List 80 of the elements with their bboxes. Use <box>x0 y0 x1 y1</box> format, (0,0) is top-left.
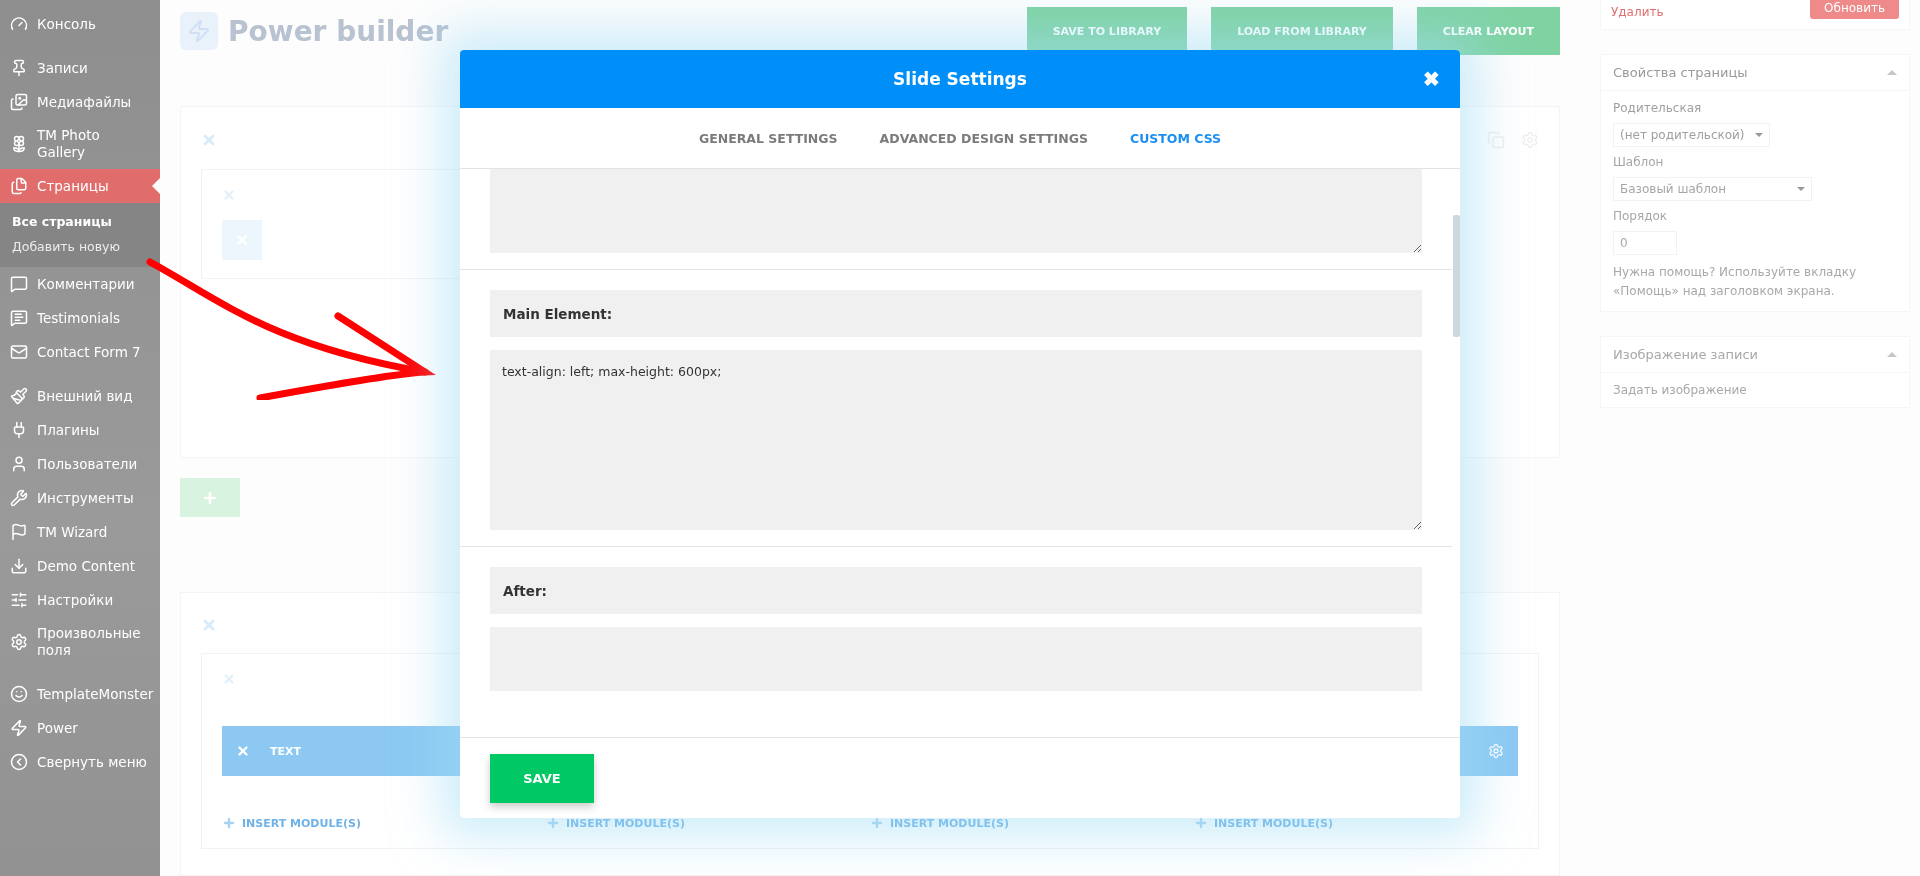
wrench-icon <box>10 489 28 507</box>
flag-icon <box>10 523 28 541</box>
parent-select[interactable]: (нет родительской) <box>1613 123 1770 147</box>
template-select[interactable]: Базовый шаблон <box>1613 177 1812 201</box>
copy-icon[interactable] <box>1487 131 1505 150</box>
save-button[interactable]: SAVE <box>490 753 594 803</box>
sidebar-item[interactable]: Инструменты <box>0 481 160 515</box>
add-row-button[interactable] <box>180 478 240 518</box>
css-input-field[interactable] <box>490 169 1422 253</box>
sidebar-item[interactable]: TM Wizard <box>0 515 160 549</box>
comment-icon <box>10 275 28 293</box>
close-icon[interactable] <box>222 672 236 687</box>
sidebar-item[interactable]: Power <box>0 711 160 745</box>
box-title: Изображение записи <box>1613 347 1759 362</box>
sidebar-item[interactable]: Плагины <box>0 413 160 447</box>
plus-icon <box>202 489 218 506</box>
delete-link[interactable]: Удалить <box>1611 5 1664 19</box>
set-image-link[interactable]: Задать изображение <box>1613 383 1897 397</box>
sliders-icon <box>10 591 28 609</box>
close-button[interactable]: ✖ <box>1423 67 1440 91</box>
bolt-icon <box>10 719 28 737</box>
sidebar-item[interactable]: Записи <box>0 51 160 85</box>
brush-icon <box>10 387 28 405</box>
sidebar-item[interactable]: Медиафайлы <box>0 85 160 119</box>
settings-tab[interactable]: ADVANCED DESIGN SETTINGS <box>879 126 1088 150</box>
mascot-icon <box>10 685 28 703</box>
module-label: TEXT <box>270 744 301 758</box>
settings-tab[interactable]: CUSTOM CSS <box>1129 126 1222 150</box>
builder-title-text: Power builder <box>228 14 449 48</box>
sidebar-item[interactable]: Консоль <box>0 7 160 41</box>
close-icon[interactable] <box>236 744 250 759</box>
insert-module-link[interactable]: INSERT MODULE(S) <box>870 816 1194 831</box>
sidebar-item[interactable]: Contact Form 7 <box>0 335 160 369</box>
section-label: After: <box>490 567 1422 614</box>
plus-icon <box>1194 816 1208 831</box>
sidebar-item[interactable]: Свернуть меню <box>0 745 160 779</box>
download-icon <box>10 557 28 575</box>
builder-button[interactable]: CLEAR LAYOUT <box>1416 7 1560 56</box>
sidebar-item[interactable]: Комментарии <box>0 267 160 301</box>
sidebar-item[interactable]: TemplateMonster <box>0 677 160 711</box>
submenu-item[interactable]: Добавить новую <box>0 234 160 259</box>
plus-icon <box>870 816 884 831</box>
sidebar-item[interactable]: Внешний вид <box>0 379 160 413</box>
plus-icon <box>222 816 236 831</box>
update-button[interactable]: Обновить <box>1810 0 1899 19</box>
sidebar-item[interactable]: TM Photo Gallery <box>0 119 160 169</box>
insert-module-link[interactable]: INSERT MODULE(S) <box>222 816 546 831</box>
section-label: Main Element: <box>490 290 1422 337</box>
settings-icon <box>10 633 28 651</box>
submenu-item[interactable]: Все страницы <box>0 209 160 234</box>
field-label: Родительская <box>1613 101 1703 115</box>
field-label: Шаблон <box>1613 155 1665 169</box>
collapse-icon <box>10 753 28 771</box>
close-icon[interactable] <box>222 188 236 203</box>
flower-icon <box>10 135 28 153</box>
plus-icon <box>546 816 560 831</box>
css-input-field[interactable]: text-align: left; max-height: 600px; <box>490 350 1422 530</box>
pages-icon <box>10 177 28 195</box>
pin-icon <box>10 59 28 77</box>
gauge-icon <box>10 15 28 33</box>
sidebar-item[interactable]: Demo Content <box>0 549 160 583</box>
quote-icon <box>10 309 28 327</box>
insert-module-link[interactable]: INSERT MODULE(S) <box>1194 816 1518 831</box>
modal-title: Slide Settings <box>893 69 1027 89</box>
help-text: Нужна помощь? Используйте вкладку «Помощь» над заголовком экрана. <box>1613 264 1858 300</box>
sidebar-item[interactable]: Страницы <box>0 169 160 203</box>
sidebar-item[interactable]: Пользователи <box>0 447 160 481</box>
bolt-logo-icon <box>180 12 218 51</box>
images-icon <box>10 93 28 111</box>
insert-module-link[interactable]: INSERT MODULE(S) <box>546 816 870 831</box>
field-label: Порядок <box>1613 209 1669 223</box>
settings-tab[interactable]: GENERAL SETTINGS <box>698 126 838 150</box>
box-title: Свойства страницы <box>1613 65 1748 80</box>
sidebar-item[interactable]: Testimonials <box>0 301 160 335</box>
sidebar-item[interactable]: Произвольные поля <box>0 617 160 667</box>
mail-icon <box>10 343 28 361</box>
user-icon <box>10 455 28 473</box>
scrollbar-thumb[interactable] <box>1453 215 1460 337</box>
sidebar-item[interactable]: Настройки <box>0 583 160 617</box>
order-field[interactable]: 0 <box>1613 231 1677 255</box>
